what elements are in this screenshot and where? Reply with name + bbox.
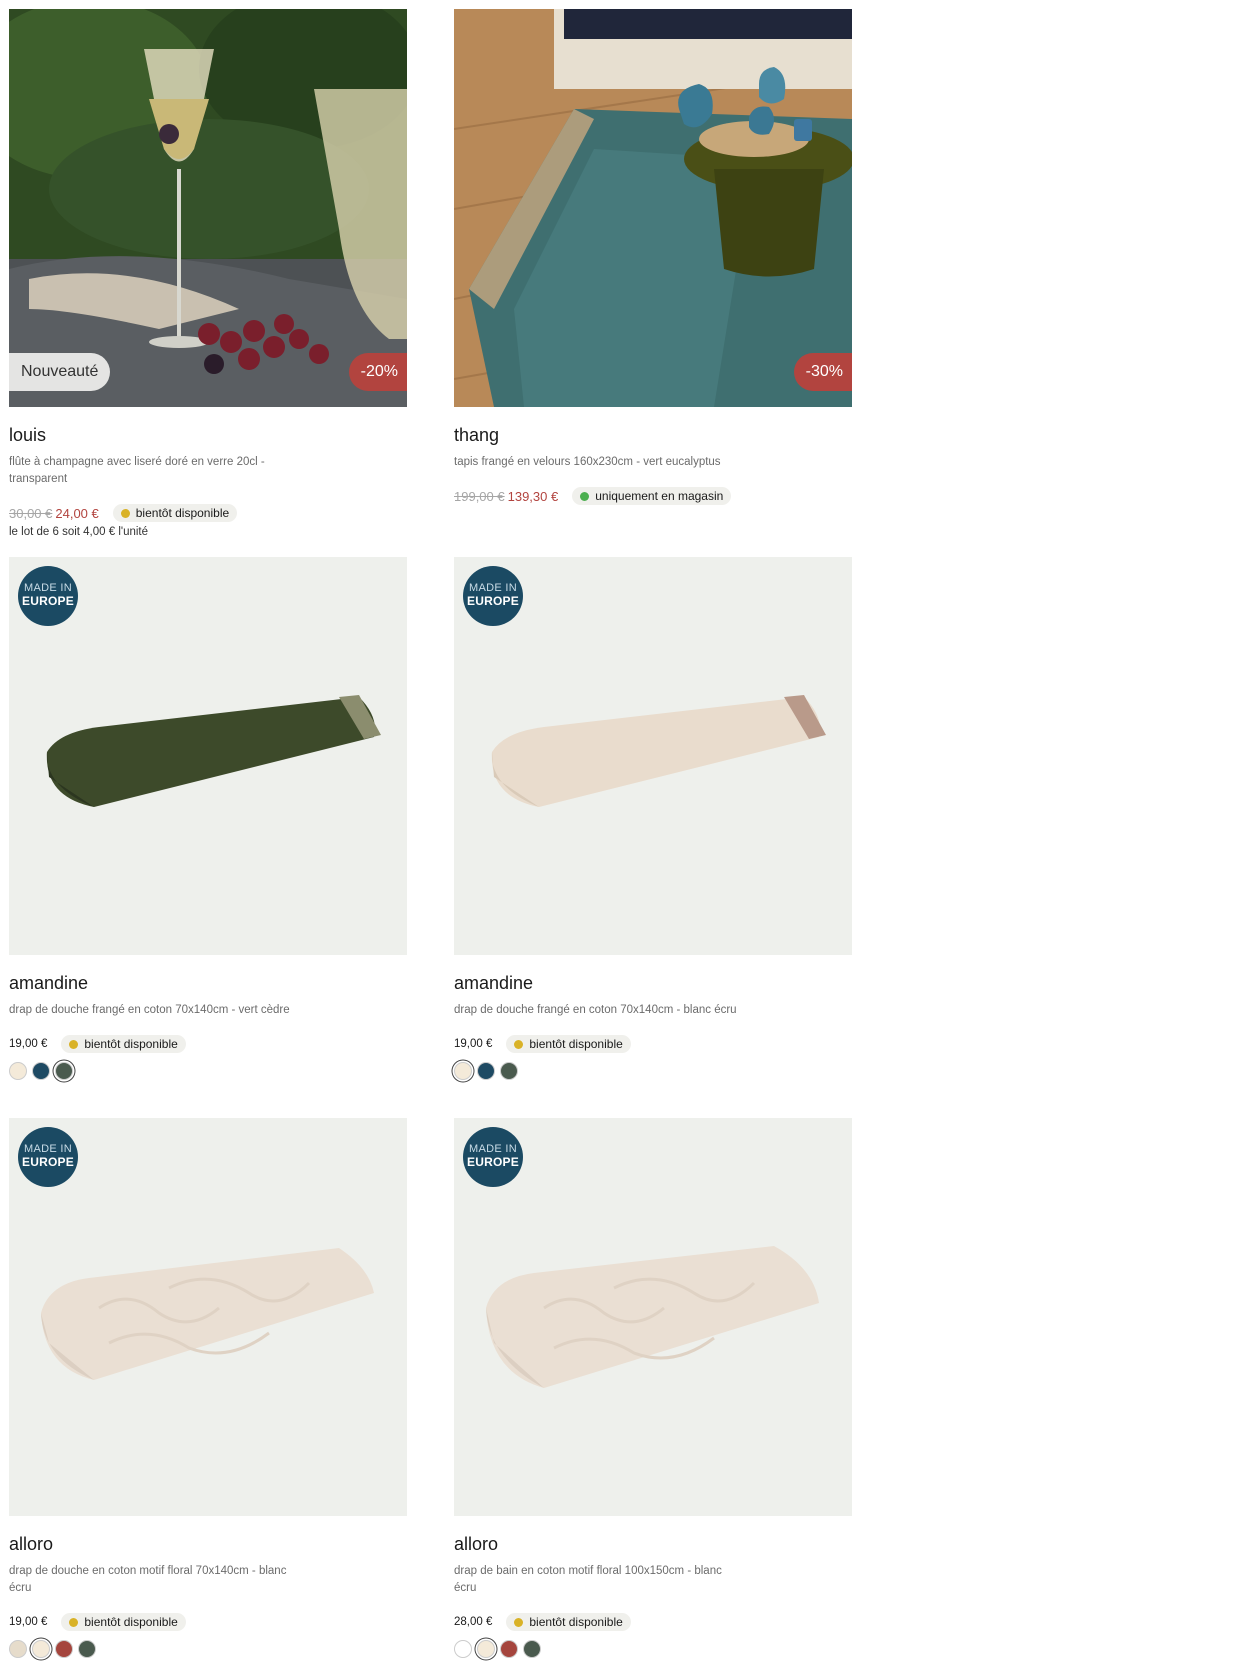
made-in-europe-badge: MADE IN EUROPE [463,566,523,626]
product-name[interactable]: alloro [454,1533,852,1555]
new-badge: Nouveauté [9,353,111,391]
color-swatch[interactable] [9,1062,27,1080]
price-row: 19,00 € bientôt disponible [9,1612,407,1632]
product-name[interactable]: amandine [9,972,407,994]
sale-price: 24,00 € [55,505,99,521]
color-swatch[interactable] [32,1640,50,1658]
availability-label: bientôt disponible [135,506,230,520]
old-price: 199,00 € [454,488,505,504]
availability-dot-icon [514,1039,524,1049]
color-swatch[interactable] [477,1062,495,1080]
champagne-photo [9,9,407,407]
color-swatch[interactable] [454,1062,472,1080]
sale-price: 139,30 € [507,488,559,504]
made-in-europe-badge: MADE IN EUROPE [463,1127,523,1187]
product-description: tapis frangé en velours 160x230cm - vert… [454,456,721,468]
price: 28,00 € [454,1616,493,1628]
price-row: 19,00 € bientôt disponible [9,1034,407,1054]
availability-badge: bientôt disponible [506,1613,631,1631]
rug-photo [454,9,852,407]
color-swatches [454,1640,852,1658]
color-swatch[interactable] [32,1062,50,1080]
product-name[interactable]: amandine [454,972,852,994]
color-swatch[interactable] [78,1640,96,1658]
color-swatch[interactable] [500,1062,518,1080]
discount-badge: -30% [793,353,852,391]
product-card-amandine-blanc[interactable]: MADE IN EUROPE amandine drap de douche f… [454,557,852,1080]
availability-label: bientôt disponible [84,1615,178,1629]
color-swatch[interactable] [500,1640,518,1658]
product-card-louis[interactable]: Nouveauté -20% louis flûte à champagne a… [9,9,407,538]
price: 19,00 € [454,1038,493,1050]
price: 19,00 € [9,1616,48,1628]
product-description: drap de douche en coton motif floral 70x… [9,1565,287,1594]
product-description: flûte à champagne avec liseré doré en ve… [9,456,265,485]
availability-dot-icon [514,1617,524,1627]
price: 19,00 € [9,1038,48,1050]
availability-dot-icon [69,1039,79,1049]
product-name[interactable]: louis [9,424,407,446]
availability-dot-icon [69,1617,79,1627]
color-swatch[interactable] [55,1640,73,1658]
price-row: 30,00 € 24,00 € bientôt disponible [9,503,407,523]
product-card-alloro-douche[interactable]: MADE IN EUROPE alloro drap de douche en … [9,1118,407,1658]
availability-dot-icon [120,508,130,518]
color-swatch[interactable] [523,1640,541,1658]
color-swatch[interactable] [477,1640,495,1658]
made-in-europe-badge: MADE IN EUROPE [18,566,78,626]
product-image-towel[interactable]: MADE IN EUROPE [9,557,407,955]
discount-badge: -20% [348,353,407,391]
price-row: 28,00 € bientôt disponible [454,1612,852,1632]
product-image-towel[interactable]: MADE IN EUROPE [9,1118,407,1516]
product-card-alloro-bain[interactable]: MADE IN EUROPE alloro drap de bain en co… [454,1118,852,1658]
availability-label: uniquement en magasin [595,489,724,503]
product-description: drap de douche frangé en coton 70x140cm … [454,1004,737,1016]
color-swatches [9,1062,407,1080]
product-card-amandine-vert[interactable]: MADE IN EUROPE amandine drap de douche f… [9,557,407,1080]
availability-badge: bientôt disponible [61,1613,186,1631]
availability-badge: bientôt disponible [506,1035,631,1053]
availability-label: bientôt disponible [84,1037,178,1051]
product-card-thang[interactable]: -30% thang tapis frangé en velours 160x2… [454,9,852,506]
product-image-champagne-flutes[interactable]: Nouveauté -20% [9,9,407,407]
price-row: 19,00 € bientôt disponible [454,1034,852,1054]
color-swatch[interactable] [454,1640,472,1658]
old-price: 30,00 € [9,505,53,521]
availability-label: bientôt disponible [529,1615,623,1629]
product-image-towel[interactable]: MADE IN EUROPE [454,557,852,955]
product-image-towel[interactable]: MADE IN EUROPE [454,1118,852,1516]
product-name[interactable]: alloro [9,1533,407,1555]
color-swatches [9,1640,407,1658]
product-description: drap de bain en coton motif floral 100x1… [454,1565,722,1594]
availability-badge: uniquement en magasin [572,487,732,505]
product-description: drap de douche frangé en coton 70x140cm … [9,1004,290,1016]
color-swatch[interactable] [55,1062,73,1080]
product-name[interactable]: thang [454,424,852,446]
availability-badge: bientôt disponible [61,1035,186,1053]
price-row: 199,00 € 139,30 € uniquement en magasin [454,486,852,506]
color-swatch[interactable] [9,1640,27,1658]
availability-dot-icon [580,491,590,501]
made-in-europe-badge: MADE IN EUROPE [18,1127,78,1187]
color-swatches [454,1062,852,1080]
availability-badge: bientôt disponible [112,504,238,522]
availability-label: bientôt disponible [529,1037,623,1051]
unit-price-note: le lot de 6 soit 4,00 € l'unité [9,526,149,538]
product-image-rug[interactable]: -30% [454,9,852,407]
